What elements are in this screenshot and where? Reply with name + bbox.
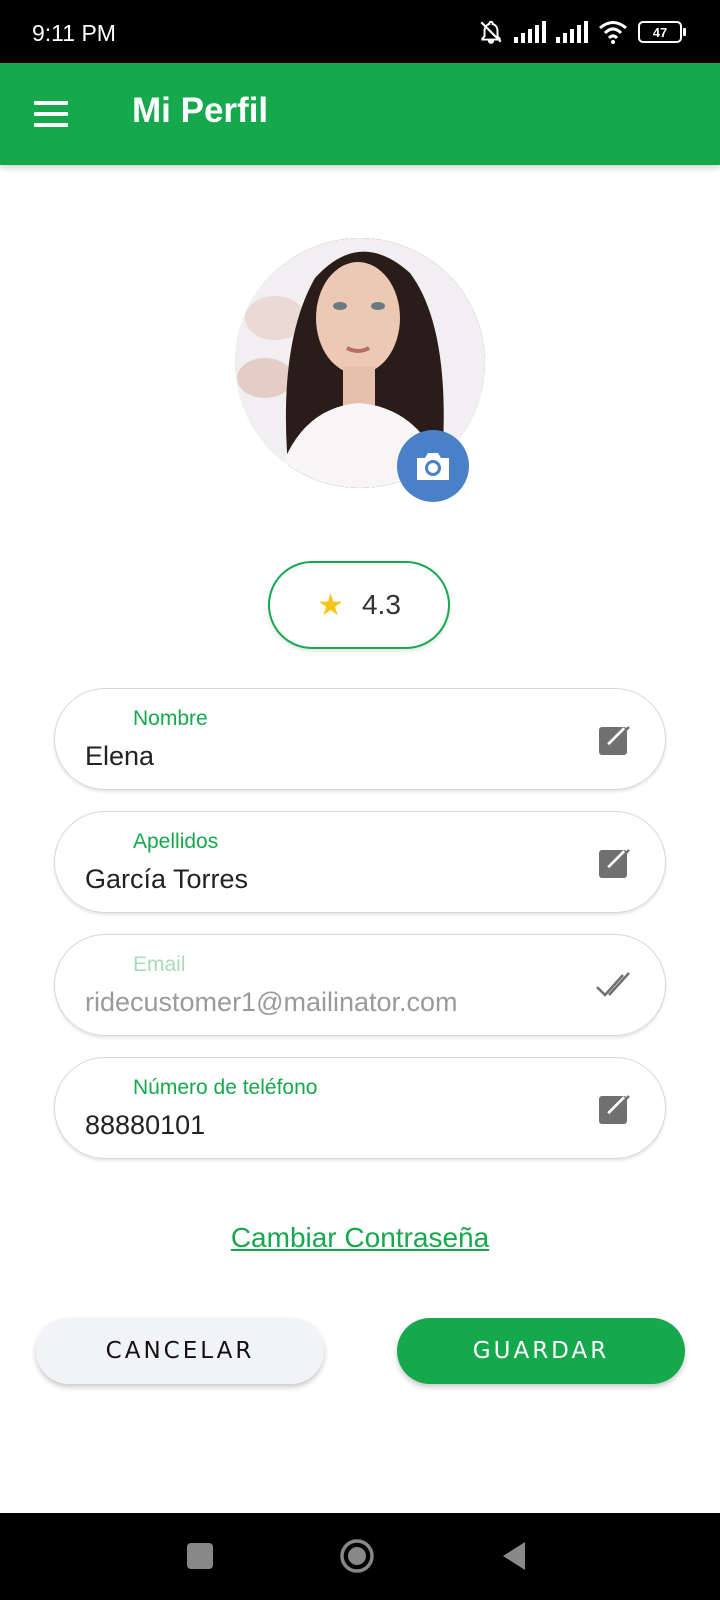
field-label: Nombre (133, 707, 208, 730)
email-field: Email ridecustomer1@mailinator.com (54, 934, 666, 1036)
hamburger-menu-icon[interactable] (34, 101, 68, 127)
field-value[interactable]: García Torres (85, 864, 248, 895)
recents-button[interactable] (187, 1543, 213, 1569)
home-button[interactable] (339, 1538, 375, 1574)
wifi-icon (599, 21, 627, 44)
field-value[interactable]: 88880101 (85, 1110, 205, 1141)
rating-value: 4.3 (361, 589, 401, 620)
field-label: Número de teléfono (133, 1076, 318, 1099)
back-button[interactable] (501, 1540, 527, 1572)
bell-off-icon (480, 20, 502, 44)
change-photo-button[interactable] (397, 430, 469, 502)
rating-badge: ★ 4.3 (268, 561, 450, 649)
field-label: Email (133, 953, 186, 976)
battery-icon: 47 (638, 21, 686, 43)
field-value: ridecustomer1@mailinator.com (85, 987, 458, 1017)
profile-photo-container (235, 238, 485, 502)
app-bar: Mi Perfil (0, 63, 720, 165)
status-icons: 47 (478, 19, 686, 45)
last-name-field[interactable]: Apellidos García Torres (54, 811, 666, 913)
status-time: 9:11 PM (32, 20, 116, 46)
status-bar: 9:11 PM 47 (0, 0, 720, 63)
field-value[interactable]: Elena (85, 741, 154, 772)
edit-icon[interactable] (595, 842, 635, 882)
save-button[interactable]: GUARDAR (397, 1318, 685, 1384)
page-title: Mi Perfil (132, 91, 269, 130)
signal-icon (514, 21, 546, 43)
cancel-button[interactable]: CANCELAR (36, 1318, 324, 1384)
edit-icon[interactable] (595, 1088, 635, 1128)
star-icon: ★ (317, 588, 344, 622)
phone-field[interactable]: Número de teléfono 88880101 (54, 1057, 666, 1159)
edit-icon[interactable] (595, 719, 635, 759)
system-nav-bar (0, 1513, 720, 1600)
double-check-icon (596, 972, 630, 997)
signal-icon (556, 21, 588, 43)
first-name-field[interactable]: Nombre Elena (54, 688, 666, 790)
change-password-link[interactable]: Cambiar Contraseña (0, 1222, 720, 1254)
camera-icon (417, 453, 449, 480)
battery-level: 47 (652, 24, 668, 40)
field-label: Apellidos (133, 830, 219, 853)
